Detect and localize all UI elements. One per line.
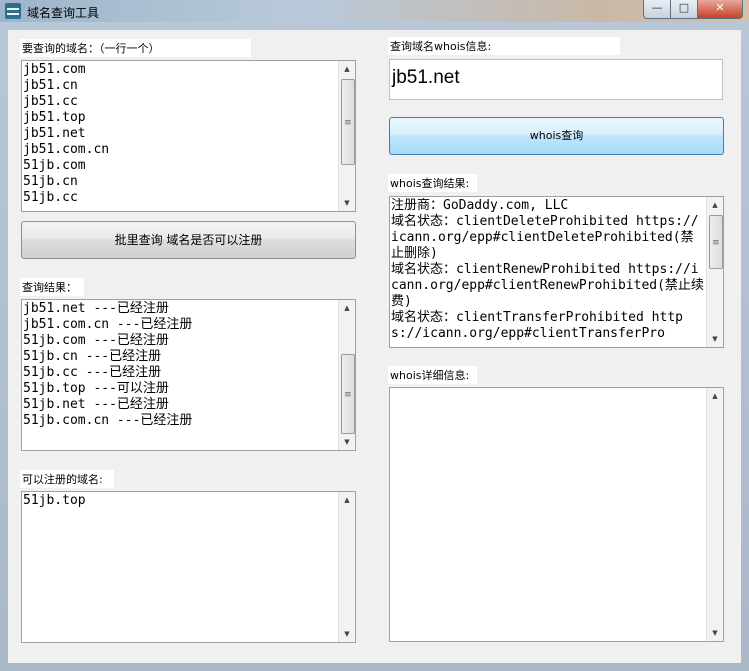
scroll-down-icon[interactable]: ▼	[707, 625, 723, 641]
whois-query-button[interactable]: whois查询	[389, 117, 724, 155]
result-line: jb51.net ---已经注册	[23, 301, 169, 316]
whois-detail-label: whois详细信息:	[388, 366, 477, 384]
whois-result-line: 域名状态：clientTransferProhibited https://ic…	[391, 310, 683, 341]
close-button[interactable]: ✕	[697, 0, 743, 19]
available-domain-line: 51jb.top	[23, 493, 86, 508]
scroll-down-icon[interactable]: ▼	[339, 195, 355, 211]
scroll-down-icon[interactable]: ▼	[339, 626, 355, 642]
minimize-button[interactable]: —	[643, 0, 671, 19]
maximize-button[interactable]: □	[670, 0, 698, 19]
scroll-up-icon[interactable]: ▲	[339, 492, 355, 508]
domain-line: 51jb.cc	[23, 190, 78, 205]
scroll-thumb[interactable]	[709, 215, 723, 269]
client-area: 要查询的域名：（一行一个） jb51.com jb51.cn jb51.cc jb51…	[8, 30, 741, 663]
whois-result-text: 注册商：GoDaddy.com, LLC 域名状态：clientDeletePro…	[391, 198, 706, 346]
results-label: 查询结果：	[20, 278, 84, 296]
whois-result-line: 域名状态：clientRenewProhibited https://icann…	[391, 262, 704, 309]
whois-result-textarea[interactable]: 注册商：GoDaddy.com, LLC 域名状态：clientDeletePro…	[389, 196, 724, 348]
whois-result-label: whois查询结果:	[388, 174, 477, 192]
domains-label: 要查询的域名：（一行一个）	[20, 39, 251, 57]
domain-line: jb51.com.cn	[23, 142, 110, 157]
scroll-up-icon[interactable]: ▲	[707, 197, 723, 213]
domains-list: jb51.com jb51.cn jb51.cc jb51.top jb51.net jb…	[23, 62, 338, 210]
result-line: 51jb.com.cn ---已经注册	[23, 413, 193, 428]
batch-query-button[interactable]: 批里查询 域名是否可以注册	[21, 221, 356, 259]
result-line: jb51.com.cn ---已经注册	[23, 317, 193, 332]
domain-line: 51jb.cn	[23, 174, 78, 189]
scroll-up-icon[interactable]: ▲	[707, 388, 723, 404]
whois-result-scrollbar[interactable]: ▲ ▼	[706, 197, 723, 347]
whois-result-line: 注册商：GoDaddy.com, LLC	[391, 198, 569, 213]
scroll-down-icon[interactable]: ▼	[339, 434, 355, 450]
window-title: 域名查询工具	[27, 6, 100, 20]
domain-line: jb51.cc	[23, 94, 78, 109]
available-list: 51jb.top	[23, 493, 338, 641]
available-label: 可以注册的域名:	[20, 470, 114, 488]
scroll-down-icon[interactable]: ▼	[707, 331, 723, 347]
result-line: 51jb.top ---可以注册	[23, 381, 169, 396]
whois-detail-text	[391, 389, 706, 640]
domain-line: jb51.com	[23, 62, 86, 77]
domains-scrollbar[interactable]: ▲ ▼	[338, 61, 355, 211]
results-scrollbar[interactable]: ▲ ▼	[338, 300, 355, 450]
scroll-up-icon[interactable]: ▲	[339, 300, 355, 316]
scroll-up-icon[interactable]: ▲	[339, 61, 355, 77]
results-textarea[interactable]: jb51.net ---已经注册 jb51.com.cn ---已经注册 51jb.…	[21, 299, 356, 451]
results-list: jb51.net ---已经注册 jb51.com.cn ---已经注册 51jb.…	[23, 301, 338, 449]
domain-line: jb51.net	[23, 126, 86, 141]
available-textarea[interactable]: 51jb.top ▲ ▼	[21, 491, 356, 643]
scroll-thumb[interactable]	[341, 79, 355, 165]
whois-domain-label: 查询域名whois信息:	[388, 37, 620, 55]
scroll-thumb[interactable]	[341, 354, 355, 434]
domain-line: jb51.top	[23, 110, 86, 125]
domain-line: 51jb.com	[23, 158, 86, 173]
whois-domain-input[interactable]: jb51.net	[389, 59, 723, 100]
result-line: 51jb.net ---已经注册	[23, 397, 169, 412]
domain-line: jb51.cn	[23, 78, 78, 93]
domains-textarea[interactable]: jb51.com jb51.cn jb51.cc jb51.top jb51.net jb…	[21, 60, 356, 212]
whois-result-line: 域名状态：clientDeleteProhibited https://ican…	[391, 214, 699, 261]
whois-detail-textarea[interactable]: ▲ ▼	[389, 387, 724, 642]
app-icon	[5, 3, 21, 19]
result-line: 51jb.cc ---已经注册	[23, 365, 162, 380]
result-line: 51jb.cn ---已经注册	[23, 349, 162, 364]
window-frame: 域名查询工具 — □ ✕ 要查询的域名：（一行一个） jb51.com jb51.…	[0, 0, 749, 671]
result-line: 51jb.com ---已经注册	[23, 333, 169, 348]
whois-detail-scrollbar[interactable]: ▲ ▼	[706, 388, 723, 641]
title-bar[interactable]: 域名查询工具 — □ ✕	[0, 0, 749, 22]
available-scrollbar[interactable]: ▲ ▼	[338, 492, 355, 642]
